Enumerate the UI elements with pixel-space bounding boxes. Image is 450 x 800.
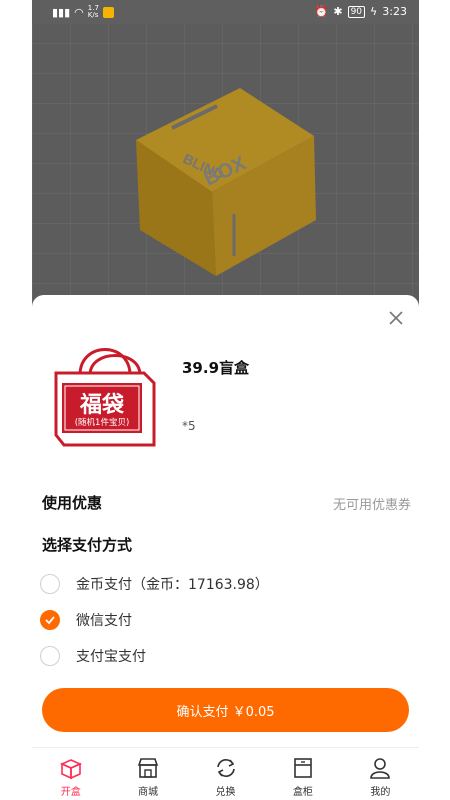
status-left: ▮▮▮ ◠ 1.7 K/s [52, 5, 114, 19]
cabinet-icon [294, 758, 312, 778]
product-title: 39.9盲盒 [182, 359, 250, 377]
pay-option-alipay[interactable]: 支付宝支付 [40, 643, 146, 669]
signal-icon: ▮▮▮ [52, 5, 71, 19]
product-image: 福袋 (随机1件宝贝) [50, 335, 160, 447]
tab-cabinet[interactable]: 盒柜 [264, 748, 341, 800]
bluetooth-icon: ✱ [333, 5, 343, 18]
dimmed-background[interactable]: BLIND BOX [32, 24, 419, 314]
exchange-icon [216, 759, 235, 777]
radio-unchecked-icon[interactable] [40, 574, 60, 594]
tab-label: 开盒 [60, 787, 81, 798]
charging-icon: ϟ [370, 5, 378, 18]
close-icon[interactable] [387, 309, 405, 327]
tab-open-box[interactable]: 开盒 [32, 748, 109, 800]
wifi-icon: ◠ [74, 5, 84, 19]
bag-sub-text: (随机1件宝贝) [74, 418, 130, 428]
payment-method-label: 选择支付方式 [42, 536, 133, 554]
pay-option-wechat[interactable]: 微信支付 [40, 607, 132, 633]
radio-unchecked-icon[interactable] [40, 646, 60, 666]
net-speed: 1.7 K/s [87, 4, 99, 19]
checkmark-icon [45, 616, 55, 625]
pay-option-coins[interactable]: 金币支付（金币：17163.98） [40, 571, 269, 597]
tab-label: 我的 [370, 787, 391, 798]
status-bar: ▮▮▮ ◠ 1.7 K/s ⏰ ✱ 90 ϟ 3:23 [32, 0, 419, 24]
bottom-tab-bar: 开盒 商城 兑换 盒柜 我的 [32, 747, 419, 800]
coupon-value[interactable]: 无可用优惠券 [333, 494, 411, 513]
bag-main-text: 福袋 [79, 393, 124, 418]
tab-label: 兑换 [215, 787, 236, 798]
store-icon [137, 758, 159, 778]
tab-label: 商城 [138, 787, 159, 798]
payment-sheet: 福袋 (随机1件宝贝) 39.9盲盒 *5 使用优惠 无可用优惠券 选择支付方式… [32, 295, 419, 800]
tab-store[interactable]: 商城 [109, 748, 186, 800]
user-icon [370, 758, 391, 779]
product-quantity: *5 [182, 419, 196, 433]
app-frame: ▮▮▮ ◠ 1.7 K/s ⏰ ✱ 90 ϟ 3:23 BLIND BOX 福袋… [32, 0, 419, 800]
confirm-payment-button[interactable]: 确认支付 ￥0.05 [42, 688, 409, 732]
blind-box-illustration: BLIND BOX [136, 88, 316, 276]
pay-option-label: 支付宝支付 [76, 649, 146, 665]
box-open-icon [59, 759, 82, 780]
tab-exchange[interactable]: 兑换 [187, 748, 264, 800]
battery-indicator: 90 [347, 5, 366, 18]
status-right: ⏰ ✱ 90 ϟ 3:23 [315, 5, 407, 18]
tab-profile[interactable]: 我的 [342, 748, 419, 800]
clock: 3:23 [382, 5, 407, 18]
tab-label: 盒柜 [292, 787, 313, 798]
app-notification-icon [102, 6, 114, 18]
alarm-icon: ⏰ [314, 5, 329, 18]
coupon-label: 使用优惠 [42, 494, 103, 512]
pay-option-label: 金币支付（金币：17163.98） [76, 577, 269, 593]
pay-option-label: 微信支付 [76, 613, 132, 629]
radio-checked-icon[interactable] [40, 610, 60, 630]
